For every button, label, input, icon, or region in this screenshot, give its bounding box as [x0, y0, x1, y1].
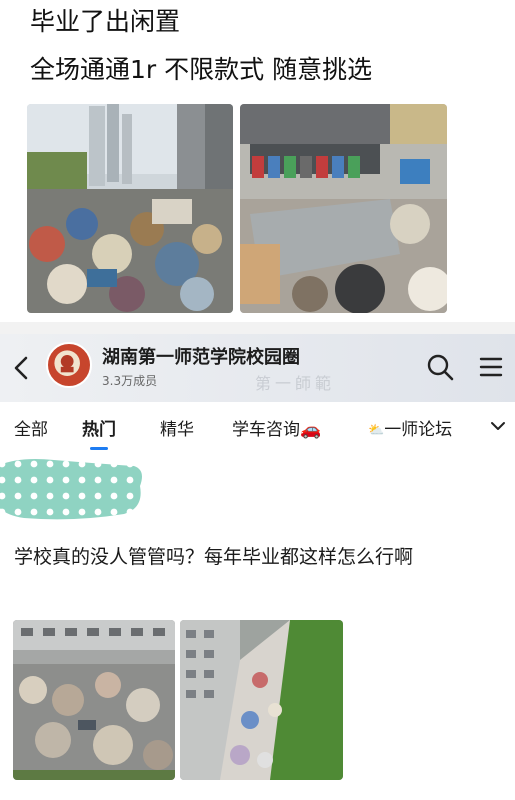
menu-button[interactable] — [478, 354, 504, 380]
dotted-mask-icon — [0, 459, 142, 520]
post-photo-trash-bins[interactable] — [240, 104, 447, 313]
tab-all[interactable]: 全部 — [14, 415, 48, 440]
tab-featured[interactable]: 精华 — [160, 415, 194, 440]
lawn-trash-photo — [180, 620, 343, 780]
post-photo-courtyard[interactable] — [13, 620, 175, 780]
trash-bins-photo — [240, 104, 447, 313]
search-icon — [427, 354, 454, 381]
weather-icon: ⛅ — [368, 422, 385, 438]
school-logo-icon — [48, 344, 86, 382]
group-avatar[interactable] — [46, 342, 92, 388]
tab-driving-consult-label: 学车咨询 — [232, 420, 300, 440]
post-body-text: 学校真的没人管管吗？每年毕业都这样怎么行啊 — [14, 546, 414, 568]
tab-driving-consult[interactable]: 学车咨询🚗 — [232, 415, 321, 440]
post-text-line-1: 毕业了出闲置 — [30, 7, 181, 36]
header-watermark: 第一師範 — [255, 374, 336, 393]
chevron-down-icon — [491, 422, 505, 430]
member-count: 3.3万成员 — [102, 374, 158, 388]
post-photo-trash-pile[interactable] — [27, 104, 233, 313]
courtyard-trash-photo — [13, 620, 175, 780]
group-title: 湖南第一师范学院校园圈 — [102, 347, 300, 368]
back-button[interactable] — [10, 352, 34, 384]
search-button[interactable] — [425, 352, 455, 382]
car-icon: 🚗 — [300, 420, 322, 440]
section-divider — [0, 322, 515, 334]
active-tab-indicator — [90, 447, 108, 450]
tab-forum[interactable]: ⛅一师论坛 — [368, 415, 452, 440]
tab-bar: 全部 热门 精华 学车咨询🚗 ⛅一师论坛 — [0, 402, 515, 452]
tab-hot[interactable]: 热门 — [82, 415, 116, 440]
post-photo-lawn[interactable] — [180, 620, 343, 780]
top-post: 毕业了出闲置 全场通通1r 不限款式 随意挑选 — [0, 0, 515, 322]
menu-icon — [479, 357, 503, 377]
post-card[interactable]: 学校真的没人管管吗？每年毕业都这样怎么行啊 — [0, 452, 515, 800]
group-header: 第一師範 湖南第一师范学院校园圈 3.3万成员 — [0, 334, 515, 402]
author-avatar-redacted — [0, 456, 144, 522]
post-text-line-2: 全场通通1r 不限款式 随意挑选 — [30, 55, 373, 84]
tab-forum-label: 一师论坛 — [384, 420, 453, 440]
chevron-left-icon — [14, 356, 28, 380]
tabs-expand-button[interactable] — [488, 416, 508, 436]
trash-pile-photo — [27, 104, 233, 313]
